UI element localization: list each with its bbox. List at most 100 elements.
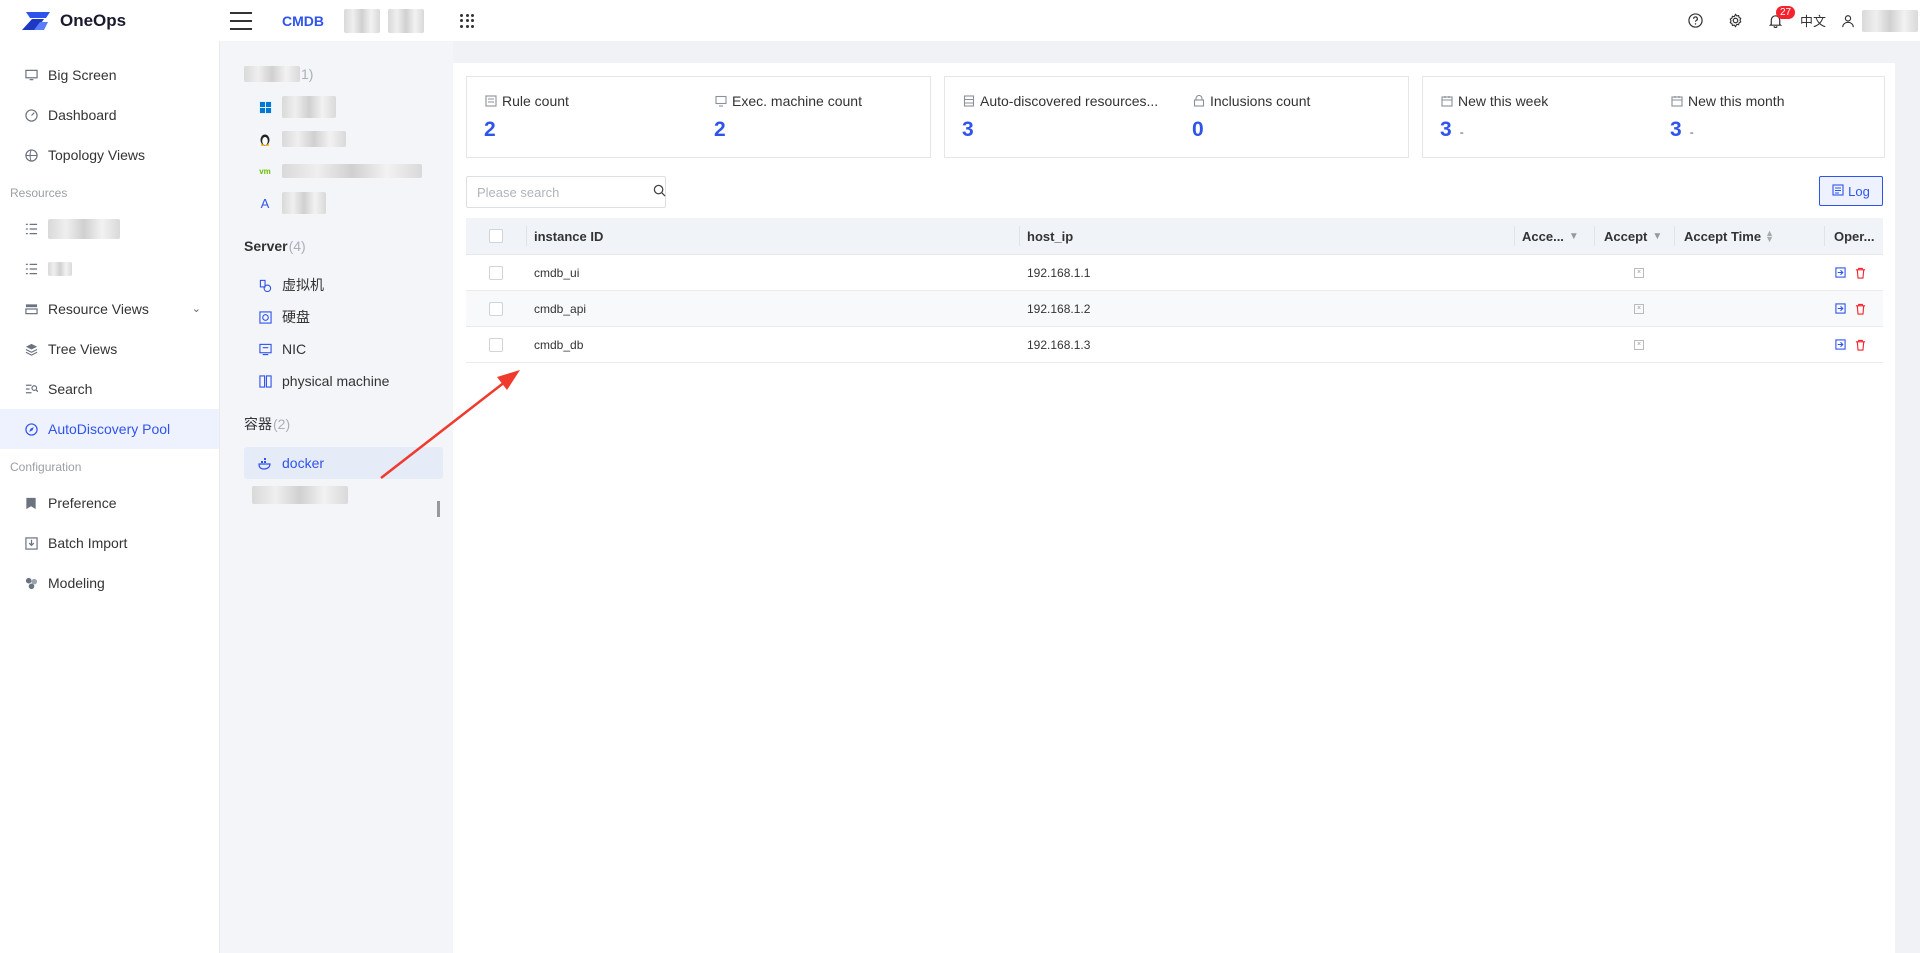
sidebar-item-preference[interactable]: Preference (0, 483, 219, 523)
language-switch[interactable]: 中文 (1800, 11, 1826, 30)
instance-id-cell: cmdb_ui (534, 265, 580, 280)
host-ip-cell: 192.168.1.1 (1027, 265, 1091, 280)
oneops-logo-icon (20, 10, 52, 32)
search-list-icon (24, 382, 38, 396)
table-header: instance ID host_ip Acce... ▼ Accept ▼ Acc… (466, 218, 1883, 255)
sidebar-item-label: Topology Views (48, 147, 146, 163)
tree-section-container[interactable]: 容器 (2) (220, 407, 453, 441)
menu-fold-icon[interactable] (230, 11, 252, 30)
tree-item-linux[interactable] (244, 123, 443, 155)
notification-bell-icon[interactable]: 27 (1756, 0, 1796, 41)
redacted-username[interactable] (1862, 9, 1918, 32)
row-checkbox[interactable] (489, 301, 503, 316)
tree-item-a[interactable]: A (244, 187, 443, 219)
monitor-icon (24, 68, 38, 82)
search-input[interactable] (477, 184, 653, 200)
tree-item-vm[interactable]: 虚拟机 (244, 269, 443, 301)
accept-icon[interactable] (1834, 303, 1846, 315)
new-this-week-label: New this week (1440, 93, 1548, 109)
server-rack-icon (258, 374, 272, 388)
column-accept[interactable]: Accept ▼ (1594, 218, 1674, 254)
help-icon[interactable] (1676, 0, 1716, 41)
inclusion-icon (1192, 94, 1206, 108)
rule-count-value: 2 (484, 118, 496, 141)
row-checkbox[interactable] (489, 337, 503, 352)
redacted-label (282, 164, 422, 178)
delete-icon[interactable] (1854, 339, 1866, 351)
row-checkbox[interactable] (489, 265, 503, 280)
top-bar: OneOps CMDB 27 中文 (0, 0, 1920, 41)
sidebar-item-redacted-2[interactable] (0, 249, 219, 289)
tree-section-server[interactable]: Server (4) (220, 229, 453, 263)
sidebar: Big Screen Dashboard Topology Views Reso… (0, 41, 220, 953)
sidebar-item-dashboard[interactable]: Dashboard (0, 95, 219, 135)
sidebar-item-label: Search (48, 381, 93, 397)
sidebar-item-redacted-1[interactable] (0, 209, 219, 249)
tree-item-label: docker (282, 455, 325, 471)
chevron-down-icon[interactable]: ⌄ (192, 302, 201, 315)
tree-section-redacted[interactable]: 1) (220, 57, 453, 91)
settings-icon[interactable] (1716, 0, 1756, 41)
sidebar-item-resource-views[interactable]: Resource Views ⌄ (0, 289, 219, 329)
layers-icon (24, 342, 38, 356)
table-row[interactable]: cmdb_api 192.168.1.2 × (466, 291, 1883, 327)
filter-icon[interactable]: ▼ (1652, 231, 1662, 242)
cubes-icon (24, 576, 38, 590)
discovery-table: instance ID host_ip Acce... ▼ Accept ▼ Acc… (466, 218, 1883, 363)
hard-disk-icon (258, 310, 272, 324)
tree-section-title: Server (244, 238, 288, 254)
tree-item-redacted-container[interactable] (244, 479, 443, 511)
log-button[interactable]: Log (1819, 176, 1883, 206)
select-all-checkbox[interactable] (489, 229, 503, 243)
table-row[interactable]: cmdb_ui 192.168.1.1 × (466, 255, 1883, 291)
accept-icon[interactable] (1834, 339, 1846, 351)
sidebar-item-topology-views[interactable]: Topology Views (0, 135, 219, 175)
tree-item-label: NIC (282, 341, 307, 357)
tree-item-docker[interactable]: docker (244, 447, 443, 479)
not-accepted-icon: × (1634, 339, 1644, 350)
redacted-section-title (244, 66, 300, 82)
tree-item-physical-machine[interactable]: physical machine (244, 365, 443, 397)
tree-item-windows[interactable] (244, 91, 443, 123)
tree-item-vmware[interactable]: vm (244, 155, 443, 187)
folder-list-icon (24, 302, 38, 316)
letter-a-icon: A (260, 195, 270, 211)
app-logo[interactable]: OneOps (0, 10, 226, 32)
stat-card-rules: Rule count 2 Exec. machine count 2 (466, 76, 931, 158)
sidebar-item-autodiscovery-pool[interactable]: AutoDiscovery Pool (0, 409, 219, 449)
app-grid-icon[interactable] (460, 13, 474, 28)
sidebar-item-tree-views[interactable]: Tree Views (0, 329, 219, 369)
sidebar-item-label: AutoDiscovery Pool (48, 421, 171, 437)
accept-icon[interactable] (1834, 267, 1846, 279)
user-icon[interactable] (1834, 0, 1862, 41)
inclusions-count-value: 0 (1192, 118, 1204, 141)
delete-icon[interactable] (1854, 267, 1866, 279)
sort-icon[interactable]: ▲ ▼ (1765, 229, 1774, 244)
vmware-icon: vm (259, 166, 271, 176)
sidebar-item-modeling[interactable]: Modeling (0, 563, 219, 603)
column-acce[interactable]: Acce... ▼ (1514, 218, 1594, 254)
database-icon (962, 94, 976, 108)
sidebar-item-big-screen[interactable]: Big Screen (0, 55, 219, 95)
column-host-ip[interactable]: host_ip (1019, 218, 1514, 254)
gauge-icon (24, 108, 38, 122)
delete-icon[interactable] (1854, 303, 1866, 315)
sidebar-item-label: Preference (48, 495, 117, 511)
rule-icon (484, 94, 498, 108)
tree-item-disk[interactable]: 硬盘 (244, 301, 443, 333)
search-icon[interactable] (653, 184, 666, 200)
table-row[interactable]: cmdb_db 192.168.1.3 × (466, 327, 1883, 363)
tree-item-nic[interactable]: NIC (244, 333, 443, 365)
log-icon (1832, 183, 1844, 199)
tree-scrollbar[interactable] (437, 501, 440, 517)
filter-icon[interactable]: ▼ (1569, 231, 1579, 242)
column-accept-time[interactable]: Accept Time ▲ ▼ (1674, 218, 1824, 254)
module-title[interactable]: CMDB (282, 13, 324, 29)
new-this-week-value: 3- (1440, 118, 1464, 141)
sidebar-item-batch-import[interactable]: Batch Import (0, 523, 219, 563)
column-instance-id[interactable]: instance ID (526, 218, 1019, 254)
search-box[interactable] (466, 176, 666, 208)
bookmark-icon (24, 496, 38, 510)
sidebar-item-search[interactable]: Search (0, 369, 219, 409)
calendar-icon (1440, 94, 1454, 108)
